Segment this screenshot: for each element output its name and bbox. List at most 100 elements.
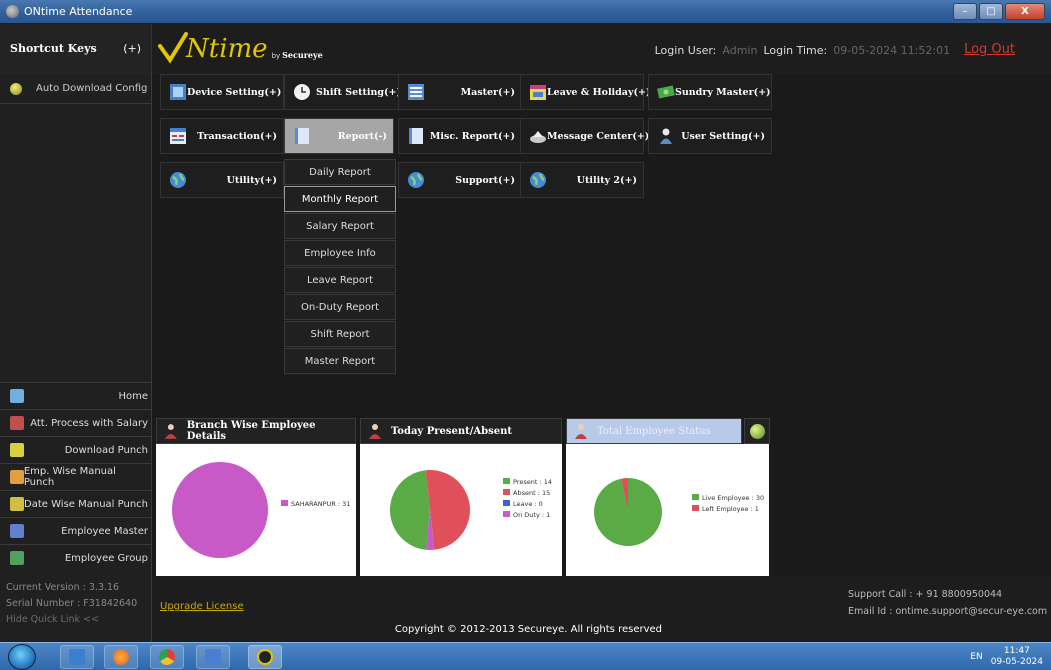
taskbar-app-4[interactable] [196, 645, 230, 669]
close-button[interactable]: X [1005, 3, 1045, 20]
legend-swatch [503, 500, 510, 506]
transaction-button[interactable]: Transaction(+) [160, 118, 284, 154]
login-time-label: Login Time: [763, 44, 828, 57]
clock[interactable]: 11:47 09-05-2024 [991, 646, 1043, 668]
auto-download-config[interactable]: Auto Download Config [0, 74, 152, 104]
report-menu-item[interactable]: On-Duty Report [284, 294, 396, 320]
message-icon [530, 131, 546, 143]
shortcut-keys-toggle[interactable]: Shortcut Keys (+) [0, 24, 152, 74]
quick-link-label: Home [118, 390, 148, 402]
total-panel-header[interactable]: Total Employee Status [566, 418, 742, 444]
total-panel-title: Total Employee Status [597, 425, 711, 437]
support-email: Email Id : ontime.support@secur-eye.com [848, 606, 1048, 617]
upgrade-license-link[interactable]: Upgrade License [160, 601, 244, 612]
report-menu-item[interactable]: Shift Report [284, 321, 396, 347]
master-label: Master(+) [460, 86, 515, 98]
report-menu-item[interactable]: Employee Info [284, 240, 396, 266]
logo-text: Ntime [186, 34, 268, 64]
refresh-globe-button[interactable] [744, 418, 770, 444]
chrome-icon [159, 649, 175, 665]
login-time-value: 09-05-2024 11:52:01 [833, 44, 951, 57]
today-pie-svg: Present : 14 Absent : 15 Leave : 0 On Duty … [390, 470, 552, 550]
support-call: Support Call : + 91 8800950044 [848, 589, 1003, 600]
report-menu-item[interactable]: Daily Report [284, 159, 396, 185]
download-icon [10, 443, 24, 457]
quick-link-label: Date Wise Manual Punch [24, 498, 148, 510]
pie-slice [172, 462, 268, 558]
legend-swatch [692, 494, 699, 500]
master-button[interactable]: Master(+) [398, 74, 522, 110]
device-setting-button[interactable]: Device Setting(+) [160, 74, 284, 110]
quick-link-item[interactable]: Home [0, 382, 152, 409]
check-logo-icon [158, 32, 188, 64]
taskbar-app-2[interactable] [104, 645, 138, 669]
copyright: Copyright © 2012-2013 Secureye. All righ… [394, 624, 662, 635]
minimize-button[interactable]: – [953, 3, 977, 20]
shortcut-keys-label: Shortcut Keys [10, 42, 97, 55]
ontime-icon [257, 649, 273, 665]
leave-holiday-button[interactable]: Leave & Holiday(+) [520, 74, 650, 110]
shortcut-expand-icon[interactable]: (+) [123, 42, 141, 55]
legend-label: SAHARANPUR : 31 [291, 500, 350, 508]
total-pie-svg: Live Employee : 30 Left Employee : 1 [594, 478, 764, 546]
support-info: Support Call : + 91 8800950044 Email Id … [848, 586, 1047, 620]
clock-time: 11:47 [1003, 646, 1030, 656]
support-button[interactable]: Support(+) [398, 162, 522, 198]
language-indicator[interactable]: EN [970, 652, 982, 662]
today-chart: Present : 14 Absent : 15 Leave : 0 On Duty … [360, 444, 562, 576]
today-panel-title: Today Present/Absent [391, 425, 513, 437]
quick-link-item[interactable]: Download Punch [0, 436, 152, 463]
user-setting-button[interactable]: User Setting(+) [648, 118, 772, 154]
sundry-master-button[interactable]: Sundry Master(+) [648, 74, 772, 110]
report-button[interactable]: Report(-) [284, 118, 394, 154]
window-titlebar: ONtime Attendance – □ X [0, 0, 1051, 24]
report-label: Report(-) [337, 130, 387, 142]
report-menu-item[interactable]: Monthly Report [284, 186, 396, 212]
legend-label: Live Employee : 30 [702, 494, 764, 502]
quick-link-item[interactable]: Att. Process with Salary [0, 409, 152, 436]
current-version: Current Version : 3.3.16 [6, 582, 120, 593]
globe-icon [170, 172, 186, 188]
legend-swatch [503, 478, 510, 484]
download-config-icon [10, 82, 22, 95]
taskbar-ontime[interactable] [248, 645, 282, 669]
quick-link-item[interactable]: Date Wise Manual Punch [0, 490, 152, 517]
sundry-master-label: Sundry Master(+) [675, 86, 771, 98]
money-icon [657, 85, 675, 99]
quick-link-item[interactable]: Emp. Wise Manual Punch [0, 463, 152, 490]
app-icon [6, 5, 19, 18]
quick-link-item[interactable]: Employee Master [0, 517, 152, 544]
taskbar-app-1[interactable] [60, 645, 94, 669]
quick-link-label: Employee Master [61, 525, 148, 537]
utility2-button[interactable]: Utility 2(+) [520, 162, 644, 198]
login-info: Login User: Admin Login Time: 09-05-2024… [655, 42, 1015, 57]
legend-label: Left Employee : 1 [702, 505, 759, 513]
report-menu-item[interactable]: Master Report [284, 348, 396, 374]
message-center-button[interactable]: Message Center(+) [520, 118, 649, 154]
hide-quick-link[interactable]: Hide Quick Link << [6, 612, 152, 628]
employee-icon [10, 524, 24, 538]
taskbar-app-3[interactable] [150, 645, 184, 669]
today-panel: Today Present/Absent Present : 14 Absent … [360, 418, 562, 576]
today-panel-header[interactable]: Today Present/Absent [360, 418, 562, 444]
quick-link-item[interactable]: Employee Group [0, 544, 152, 571]
utility-button[interactable]: Utility(+) [160, 162, 284, 198]
quick-link-label: Download Punch [64, 444, 148, 456]
employee-icon [164, 424, 177, 439]
clock-date: 09-05-2024 [990, 657, 1043, 667]
misc-report-label: Misc. Report(+) [429, 130, 515, 142]
report-menu-item[interactable]: Leave Report [284, 267, 396, 293]
branch-panel-header[interactable]: Branch Wise Employee Details [156, 418, 356, 444]
logout-link[interactable]: Log Out [964, 42, 1015, 57]
windows-taskbar: EN 11:47 09-05-2024 [0, 642, 1051, 670]
misc-report-button[interactable]: Misc. Report(+) [398, 118, 522, 154]
maximize-button[interactable]: □ [979, 3, 1003, 20]
shift-setting-button[interactable]: Shift Setting(+) [284, 74, 408, 110]
start-button[interactable] [8, 644, 36, 670]
window-controls: – □ X [953, 3, 1045, 20]
quick-link-label: Emp. Wise Manual Punch [23, 466, 116, 488]
legend-swatch [503, 489, 510, 495]
status-icon [575, 424, 587, 439]
report-menu-item[interactable]: Salary Report [284, 213, 396, 239]
user-icon [660, 128, 672, 144]
